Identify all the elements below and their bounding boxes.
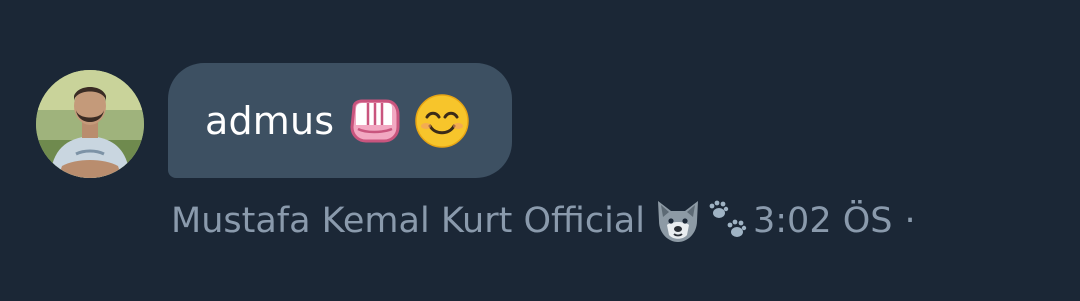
message-text: admus	[205, 98, 335, 143]
smiling-face-icon	[414, 93, 470, 149]
meta-separator: ·	[904, 201, 916, 241]
oncoming-fist-icon	[348, 99, 402, 143]
message-meta: Mustafa Kemal Kurt Official 3:02 ÖS ·	[171, 196, 916, 246]
message-bubble[interactable]: admus	[168, 63, 512, 178]
avatar-photo	[36, 70, 144, 178]
wolf-face-icon	[653, 197, 703, 245]
avatar[interactable]	[36, 70, 144, 178]
sender-name[interactable]: Mustafa Kemal Kurt Official	[171, 201, 645, 241]
message-time: 3:02 ÖS	[752, 201, 893, 241]
paw-prints-icon	[705, 199, 753, 243]
message-row: admus Mustafa Kemal Kurt Official 3:02 Ö…	[0, 0, 1080, 301]
